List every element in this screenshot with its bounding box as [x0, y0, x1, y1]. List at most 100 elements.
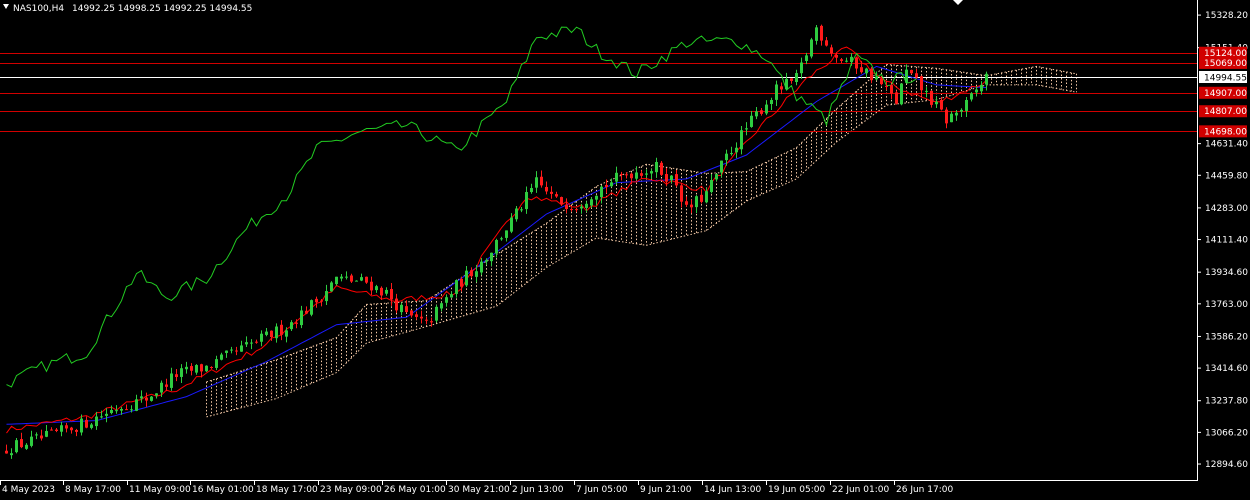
bull-candle	[385, 289, 388, 294]
bear-candle	[675, 174, 678, 186]
price-tick-label: 13414.60	[1205, 364, 1248, 374]
bull-candle	[810, 39, 813, 57]
bull-candle	[170, 373, 173, 388]
bull-candle	[635, 172, 638, 179]
bull-candle	[845, 60, 848, 62]
bull-candle	[340, 276, 343, 279]
bear-candle	[830, 47, 833, 54]
bull-candle	[745, 128, 748, 130]
bear-candle	[70, 427, 73, 431]
bear-candle	[175, 374, 178, 378]
time-tick-label: 19 Jun 05:00	[768, 485, 825, 495]
bull-candle	[220, 354, 223, 360]
bull-candle	[670, 175, 673, 181]
bear-candle	[570, 209, 573, 211]
bear-candle	[825, 40, 828, 46]
bear-candle	[415, 314, 418, 317]
price-tick-label: 13586.20	[1205, 332, 1248, 342]
bull-candle	[965, 99, 968, 111]
bull-candle	[720, 160, 723, 173]
time-tick-label: 11 May 09:00	[129, 485, 191, 495]
price-tick-label: 13763.00	[1205, 300, 1248, 310]
bull-candle	[30, 436, 33, 446]
bear-candle	[75, 429, 78, 432]
bull-candle	[585, 203, 588, 208]
bull-candle	[655, 162, 658, 173]
price-tick-label: 12894.60	[1205, 460, 1248, 470]
bull-candle	[730, 153, 733, 155]
bear-candle	[835, 54, 838, 58]
time-tick-label: 26 Jun 17:00	[896, 485, 953, 495]
bull-candle	[500, 238, 503, 240]
bull-candle	[185, 366, 188, 370]
bull-candle	[215, 359, 218, 368]
bear-candle	[410, 310, 413, 316]
level-price-tag-label: 14907.00	[1204, 89, 1247, 99]
bear-candle	[665, 174, 668, 182]
bear-candle	[270, 330, 273, 338]
bull-candle	[310, 300, 313, 315]
ichimoku-price-chart: 15328.2015151.4014631.4014459.8014283.00…	[0, 0, 1250, 500]
bear-candle	[685, 201, 688, 205]
bull-candle	[935, 101, 938, 105]
bear-candle	[680, 185, 683, 202]
bear-candle	[405, 306, 408, 313]
bear-candle	[420, 316, 423, 319]
bull-candle	[475, 271, 478, 277]
bull-candle	[155, 393, 158, 396]
time-tick-label: 14 Jun 13:00	[704, 485, 761, 495]
bear-candle	[640, 173, 643, 176]
bear-candle	[885, 85, 888, 87]
bull-candle	[205, 365, 208, 372]
price-tick-label: 13237.80	[1205, 397, 1248, 407]
price-tick-label: 13066.20	[1205, 428, 1248, 438]
bear-candle	[430, 321, 433, 323]
ohlc-values: 14992.25 14998.25 14992.25 14994.55	[72, 4, 252, 14]
bull-candle	[300, 310, 303, 326]
chart-background	[0, 0, 1250, 500]
bull-candle	[970, 93, 973, 100]
bull-candle	[600, 186, 603, 198]
bear-candle	[940, 100, 943, 110]
bear-candle	[575, 209, 578, 211]
time-tick-label: 7 Jun 05:00	[576, 485, 628, 495]
bull-candle	[875, 76, 878, 80]
bear-candle	[910, 69, 913, 74]
bear-candle	[840, 59, 843, 61]
bull-candle	[160, 382, 163, 393]
current-price-tag-label: 14994.55	[1204, 74, 1247, 84]
bull-candle	[525, 192, 528, 210]
bull-candle	[15, 440, 18, 453]
bull-candle	[240, 345, 243, 352]
bear-candle	[380, 287, 383, 296]
bull-candle	[290, 322, 293, 330]
bull-candle	[795, 73, 798, 83]
bull-candle	[580, 206, 583, 209]
bear-candle	[390, 289, 393, 300]
bear-candle	[395, 298, 398, 311]
bear-candle	[560, 197, 563, 205]
bull-candle	[590, 199, 593, 206]
bear-candle	[565, 204, 568, 209]
bear-candle	[460, 278, 463, 287]
bear-candle	[630, 173, 633, 179]
bull-candle	[60, 425, 63, 432]
bull-candle	[725, 153, 728, 161]
chart-header[interactable]: NAS100,H4 14992.25 14998.25 14992.25 149…	[3, 4, 252, 14]
level-price-tag-label: 14698.00	[1204, 127, 1247, 137]
bear-candle	[145, 397, 148, 401]
bull-candle	[105, 413, 108, 416]
bear-candle	[50, 429, 53, 431]
bear-candle	[470, 270, 473, 277]
bull-candle	[325, 291, 328, 302]
bear-candle	[40, 435, 43, 439]
bull-candle	[480, 261, 483, 273]
bull-candle	[740, 130, 743, 150]
bear-candle	[790, 78, 793, 81]
bull-candle	[140, 396, 143, 399]
bull-candle	[765, 104, 768, 114]
bull-candle	[35, 434, 38, 436]
bull-candle	[645, 173, 648, 175]
bull-candle	[225, 350, 228, 353]
bull-candle	[800, 62, 803, 74]
